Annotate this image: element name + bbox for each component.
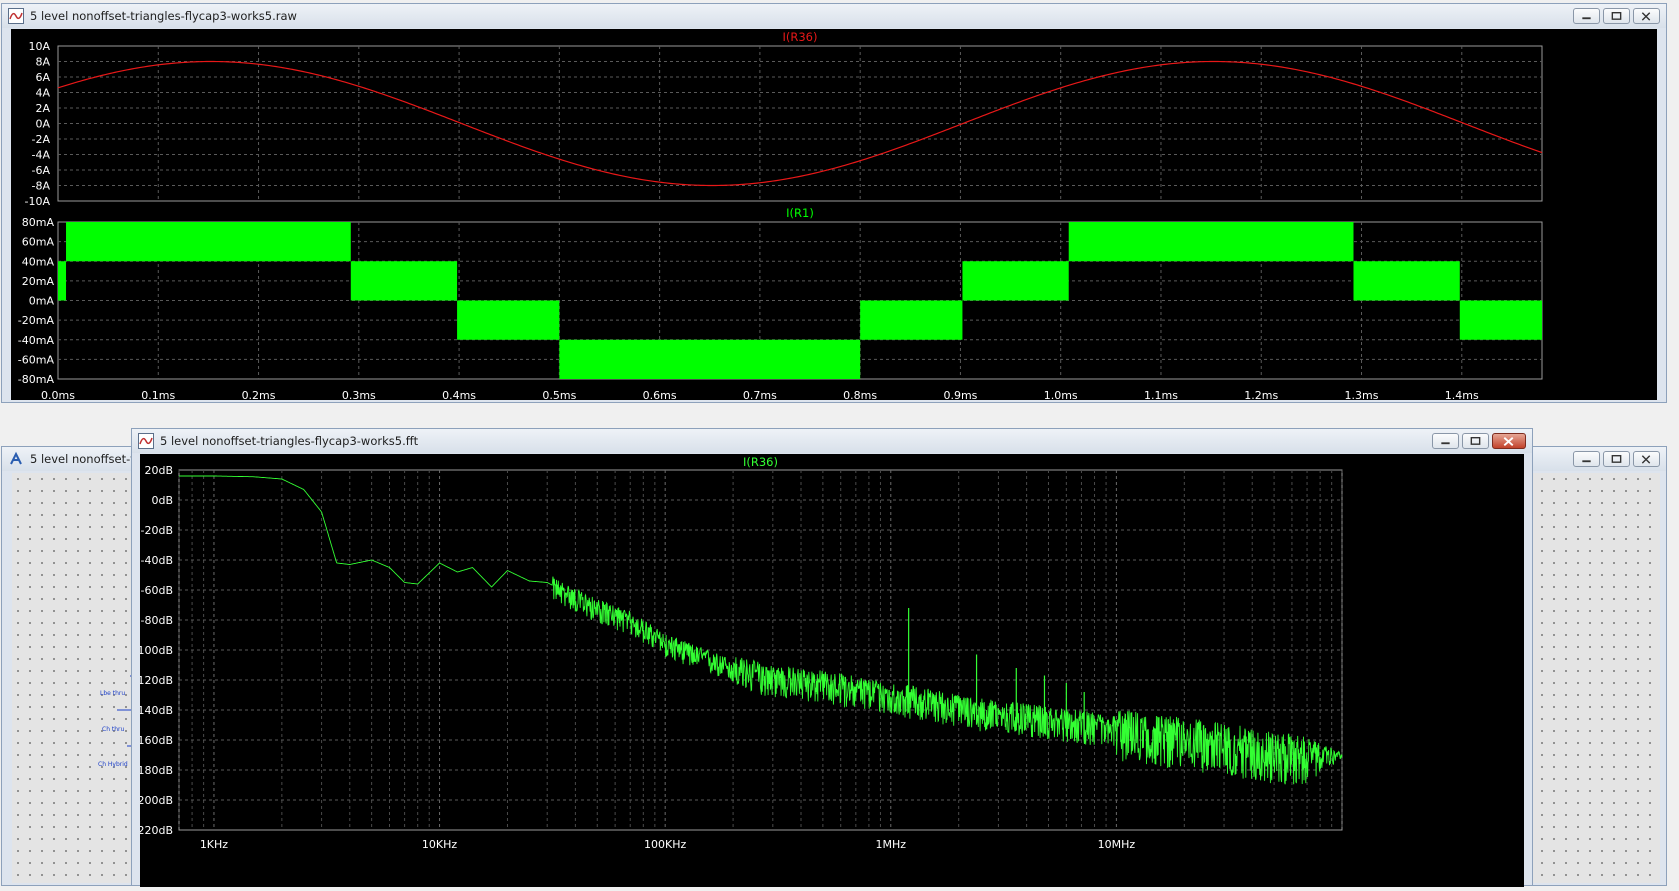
x-tick-label: 0.6ms	[643, 389, 677, 400]
raw-window-titlebar[interactable]: 5 level nonoffset-triangles-flycap3-work…	[2, 4, 1666, 28]
i-r1-segment	[559, 339, 861, 379]
y-tick-label: -4A	[32, 149, 51, 162]
maximize-button[interactable]	[1603, 8, 1630, 24]
bottom-trace-label: I(R1)	[786, 206, 814, 220]
y-tick-label: -160dB	[140, 734, 173, 747]
i-r1-segment	[860, 300, 963, 340]
y-tick-label: 10A	[28, 40, 50, 53]
y-tick-label: 60mA	[22, 236, 55, 249]
fft-spectrum-chart[interactable]: 20dB 0dB -20dB -40dB -60dB -80dB -100dB -120dB -…	[134, 454, 1524, 887]
close-button[interactable]	[1633, 451, 1660, 467]
close-button[interactable]	[1492, 433, 1526, 449]
y-tick-label: 20dB	[144, 464, 173, 477]
i-r1-segment	[1068, 222, 1354, 262]
y-tick-label: -140dB	[140, 704, 173, 717]
y-tick-label: 0A	[35, 118, 50, 131]
i-r1-segment	[962, 261, 1069, 301]
y-tick-label: -40mA	[18, 334, 55, 347]
top-trace-label: I(R36)	[783, 30, 818, 44]
y-tick-label: -60dB	[141, 584, 174, 597]
x-tick-label: 0.8ms	[843, 389, 877, 400]
y-tick-label: 20mA	[22, 275, 55, 288]
x-tick-label: 0.1ms	[141, 389, 175, 400]
x-tick-label: 100KHz	[644, 838, 686, 851]
x-tick-label: 10MHz	[1098, 838, 1136, 851]
maximize-button[interactable]	[1462, 433, 1489, 449]
y-tick-label: 6A	[35, 71, 50, 84]
y-tick-label: 8A	[35, 56, 50, 69]
y-tick-label: -100dB	[140, 644, 173, 657]
x-tick-label: 1.2ms	[1244, 389, 1278, 400]
y-tick-label: -220dB	[140, 824, 173, 837]
y-tick-label: -180dB	[140, 764, 173, 777]
y-tick-label: -80dB	[141, 614, 174, 627]
net-label: Ch Hybrid	[98, 761, 128, 768]
y-tick-label: -10A	[25, 195, 51, 208]
fft-spectrum-trace	[179, 475, 1343, 785]
y-tick-label: -200dB	[140, 794, 173, 807]
fft-window[interactable]: 5 level nonoffset-triangles-flycap3-work…	[131, 428, 1533, 887]
y-tick-label: 2A	[35, 102, 50, 115]
x-tick-label: 1.1ms	[1144, 389, 1178, 400]
y-tick-label: 0dB	[151, 494, 173, 507]
raw-waveform-window[interactable]: 5 level nonoffset-triangles-flycap3-work…	[1, 3, 1667, 403]
waveform-viewer-icon	[138, 433, 154, 449]
y-tick-label: 0mA	[29, 295, 55, 308]
x-tick-label: 1.0ms	[1044, 389, 1078, 400]
i-r1-segment	[66, 222, 351, 262]
i-r1-segment	[1459, 300, 1542, 340]
x-tick-label: 0.0ms	[41, 389, 75, 400]
x-tick-label: 1.4ms	[1445, 389, 1479, 400]
y-tick-label: 80mA	[22, 216, 55, 229]
raw-plot-area[interactable]: 0.0ms 0.1ms 0.2ms 0.3ms 0.4ms 0.5ms 0.6ms 0.7ms…	[11, 29, 1657, 402]
net-label: Lbe thru	[100, 690, 125, 697]
fft-window-title: 5 level nonoffset-triangles-flycap3-work…	[160, 434, 419, 448]
net-label: Ch thru	[102, 726, 125, 733]
y-tick-label: -40dB	[141, 554, 174, 567]
y-tick-label: -2A	[32, 133, 51, 146]
y-tick-label: -20mA	[18, 314, 55, 327]
close-button[interactable]	[1633, 8, 1660, 24]
y-tick-label: -60mA	[18, 353, 55, 366]
x-tick-label: 0.3ms	[342, 389, 376, 400]
schematic-window-title: 5 level nonoffset-tr	[30, 452, 140, 466]
x-tick-label: 1.3ms	[1345, 389, 1379, 400]
x-tick-label: 0.5ms	[542, 389, 576, 400]
y-tick-label: 4A	[35, 87, 50, 100]
i-r1-segment	[350, 261, 458, 301]
y-tick-label: -120dB	[140, 674, 173, 687]
fft-plot-area[interactable]: 20dB 0dB -20dB -40dB -60dB -80dB -100dB -120dB -…	[134, 454, 1524, 887]
i-r1-segment	[1353, 261, 1460, 301]
i-r1-segment	[58, 261, 67, 301]
x-tick-label: 1MHz	[876, 838, 907, 851]
minimize-button[interactable]	[1573, 451, 1600, 467]
x-tick-label: 0.4ms	[442, 389, 476, 400]
x-tick-label: 0.7ms	[743, 389, 777, 400]
x-tick-label: 10KHz	[422, 838, 457, 851]
i-r1-segment	[457, 300, 560, 340]
fft-window-titlebar[interactable]: 5 level nonoffset-triangles-flycap3-work…	[132, 429, 1532, 453]
x-tick-label: 0.2ms	[242, 389, 276, 400]
minimize-button[interactable]	[1432, 433, 1459, 449]
y-tick-label: -6A	[32, 164, 51, 177]
raw-waveform-chart[interactable]: 0.0ms 0.1ms 0.2ms 0.3ms 0.4ms 0.5ms 0.6ms 0.7ms…	[11, 29, 1657, 402]
y-tick-label: -8A	[32, 180, 51, 193]
y-tick-label: -80mA	[18, 373, 55, 386]
minimize-button[interactable]	[1573, 8, 1600, 24]
schematic-icon	[10, 451, 22, 465]
maximize-button[interactable]	[1603, 451, 1630, 467]
x-tick-label: 1KHz	[200, 838, 228, 851]
x-tick-label: 0.9ms	[943, 389, 977, 400]
waveform-viewer-icon	[8, 8, 24, 24]
y-tick-label: -20dB	[141, 524, 174, 537]
y-tick-label: 40mA	[22, 255, 55, 268]
raw-window-title: 5 level nonoffset-triangles-flycap3-work…	[30, 9, 297, 23]
fft-trace-label: I(R36)	[743, 455, 778, 469]
